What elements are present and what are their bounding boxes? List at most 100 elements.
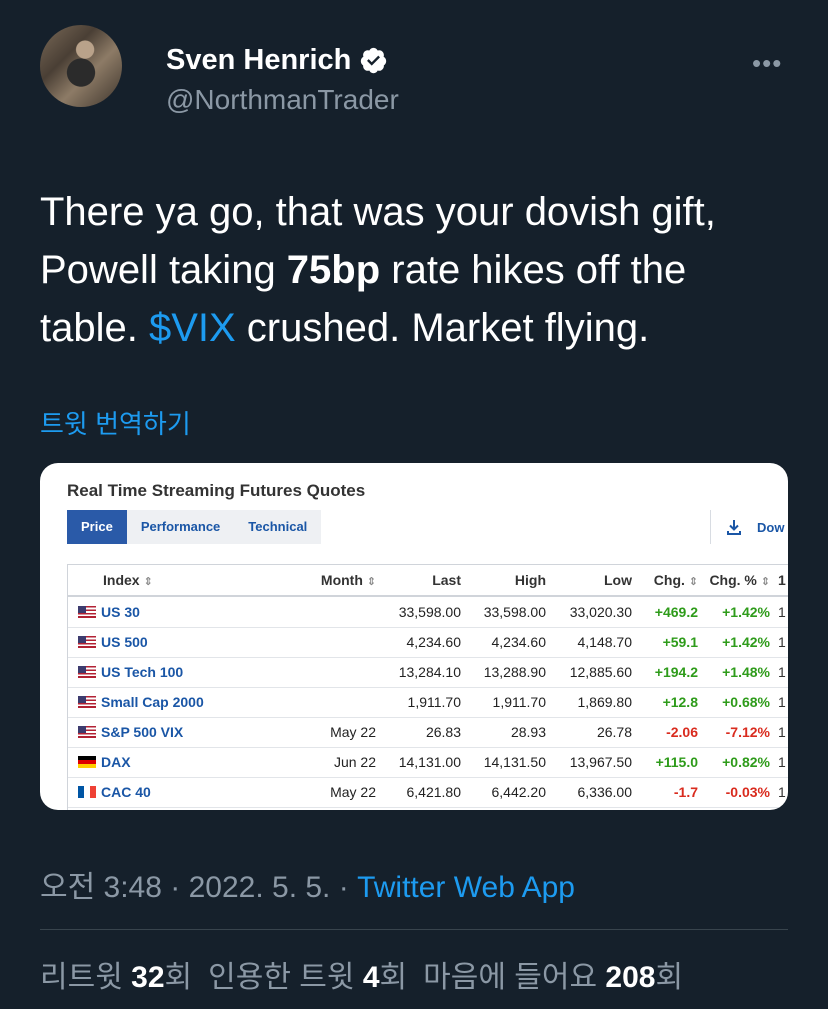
flag-us-icon bbox=[78, 726, 96, 738]
row-index[interactable]: CAC 40 bbox=[78, 777, 308, 807]
row-symbol[interactable]: CAC 40 bbox=[101, 784, 151, 800]
row-last: 33,598.00 bbox=[398, 604, 461, 620]
table-row: CAC 40 May 22 6,421.80 6,442.20 6,336.00 -1.7… bbox=[68, 777, 788, 808]
download-icon bbox=[727, 520, 741, 535]
flag-us-icon bbox=[78, 636, 96, 648]
row-last: 26.83 bbox=[425, 724, 461, 740]
row-high: 4,234.60 bbox=[491, 634, 547, 650]
more-options-icon[interactable]: ••• bbox=[752, 48, 782, 79]
flag-us-icon bbox=[78, 696, 96, 708]
row-low: 33,020.30 bbox=[569, 604, 632, 620]
row-symbol[interactable]: US Tech 100 bbox=[101, 664, 183, 680]
flag-us-icon bbox=[78, 666, 96, 678]
row-low: 6,336.00 bbox=[577, 784, 633, 800]
header-last: Last bbox=[432, 572, 461, 588]
row-low: 4,148.70 bbox=[577, 634, 633, 650]
download-area: Dow bbox=[710, 510, 784, 544]
row-extra: 1 bbox=[778, 754, 786, 770]
tweet-source-link[interactable]: Twitter Web App bbox=[357, 871, 575, 904]
row-index[interactable]: US Tech 100 bbox=[78, 657, 308, 687]
row-high: 6,442.20 bbox=[491, 784, 547, 800]
row-last: 14,131.00 bbox=[398, 754, 461, 770]
header-high: High bbox=[514, 572, 546, 588]
row-month: May 22 bbox=[330, 724, 376, 740]
translate-tweet-link[interactable]: 트윗 번역하기 bbox=[40, 404, 191, 441]
row-index[interactable]: US 500 bbox=[78, 627, 308, 657]
row-chg-pct: +1.48% bbox=[722, 664, 770, 680]
tweet-date[interactable]: 2022. 5. 5. bbox=[189, 871, 331, 904]
row-high: 13,288.90 bbox=[483, 664, 546, 680]
row-extra: 1 bbox=[778, 784, 786, 800]
author-name-row[interactable]: Sven Henrich bbox=[166, 44, 388, 77]
flag-fr-icon bbox=[78, 786, 96, 798]
divider bbox=[40, 929, 788, 930]
row-index[interactable]: DAX bbox=[78, 747, 308, 777]
table-row: US 30 33,598.00 33,598.00 33,020.30 +469.2 +1… bbox=[68, 597, 788, 628]
table-row: US 500 4,234.60 4,234.60 4,148.70 +59.1 +1.42… bbox=[68, 627, 788, 658]
flag-de-icon bbox=[78, 756, 96, 768]
row-chg-pct: +1.42% bbox=[722, 604, 770, 620]
row-low: 12,885.60 bbox=[569, 664, 632, 680]
author-name[interactable]: Sven Henrich bbox=[166, 44, 351, 77]
table-row: US Tech 100 13,284.10 13,288.90 12,885.60 +1… bbox=[68, 657, 788, 688]
row-chg: +115.0 bbox=[655, 754, 698, 770]
attached-image[interactable]: Real Time Streaming Futures Quotes Price… bbox=[40, 463, 788, 810]
tweet-line: table. $VIX crushed. Market flying. bbox=[40, 306, 650, 350]
row-symbol[interactable]: S&P 500 VIX bbox=[101, 724, 183, 740]
row-high: 1,911.70 bbox=[492, 694, 546, 710]
likes-stat[interactable]: 마음에 들어요 208회 bbox=[423, 961, 683, 994]
retweets-stat[interactable]: 리트윗 32회 bbox=[40, 961, 192, 994]
tweet-line: There ya go, that was your dovish gift, bbox=[40, 190, 716, 234]
header-extra: 1 bbox=[778, 572, 786, 588]
row-index[interactable]: Small Cap 2000 bbox=[78, 687, 308, 717]
table-row: DAX Jun 22 14,131.00 14,131.50 13,967.50 +115… bbox=[68, 747, 788, 778]
card-title: Real Time Streaming Futures Quotes bbox=[67, 481, 366, 500]
author-handle[interactable]: @NorthmanTrader bbox=[166, 84, 399, 116]
row-symbol[interactable]: DAX bbox=[101, 754, 131, 770]
row-last: 4,234.60 bbox=[406, 634, 462, 650]
row-extra: 1 bbox=[778, 604, 786, 620]
row-month: May 22 bbox=[330, 784, 376, 800]
row-month: Jun 22 bbox=[333, 754, 376, 770]
header-month: Month ⇕ bbox=[320, 572, 376, 588]
row-chg: +12.8 bbox=[662, 694, 698, 710]
row-chg-pct: +1.42% bbox=[722, 634, 770, 650]
tweet-stats: 리트윗 32회 인용한 트윗 4회 마음에 들어요 208회 bbox=[40, 952, 683, 996]
row-symbol[interactable]: Small Cap 2000 bbox=[101, 694, 204, 710]
row-low: 26.78 bbox=[596, 724, 632, 740]
row-chg: +469.2 bbox=[654, 604, 698, 620]
row-chg-pct: +0.68% bbox=[722, 694, 770, 710]
table-row: Small Cap 2000 1,911.70 1,911.70 1,869.80 +1… bbox=[68, 687, 788, 718]
row-chg-pct: -0.03% bbox=[725, 784, 770, 800]
row-extra: 1 bbox=[778, 634, 786, 650]
table-header: Index ⇕ Month ⇕ Last High Low Chg. ⇕ Chg… bbox=[68, 565, 788, 597]
row-chg: +59.1 bbox=[662, 634, 698, 650]
tweet-time[interactable]: 오전 3:48 bbox=[40, 871, 162, 904]
tweet-meta: 오전 3:48 · 2022. 5. 5. · Twitter Web App bbox=[40, 871, 575, 904]
row-index[interactable]: US 30 bbox=[78, 597, 308, 627]
avatar[interactable] bbox=[40, 25, 122, 107]
header-index: Index ⇕ bbox=[103, 572, 153, 588]
row-symbol[interactable]: US 30 bbox=[101, 604, 140, 620]
row-symbol[interactable]: US 500 bbox=[101, 634, 148, 650]
tweet-bold-text: 75bp bbox=[286, 248, 381, 292]
row-chg: -2.06 bbox=[666, 724, 698, 740]
row-extra: 1 bbox=[778, 694, 786, 710]
row-high: 33,598.00 bbox=[483, 604, 546, 620]
row-low: 1,869.80 bbox=[577, 694, 633, 710]
row-chg: +194.2 bbox=[654, 664, 698, 680]
row-high: 14,131.50 bbox=[483, 754, 546, 770]
row-last: 13,284.10 bbox=[398, 664, 461, 680]
row-index[interactable]: S&P 500 VIX bbox=[78, 717, 308, 747]
row-chg: -1.7 bbox=[673, 784, 698, 800]
verified-badge-icon bbox=[361, 47, 387, 74]
header-chg: Chg. ⇕ bbox=[653, 572, 698, 588]
header-chg-pct: Chg. % ⇕ bbox=[709, 572, 770, 588]
row-extra: 1 bbox=[778, 664, 786, 680]
cashtag-link[interactable]: $VIX bbox=[149, 306, 236, 350]
tweet-text: There ya go, that was your dovish gift, … bbox=[40, 183, 800, 357]
row-chg-pct: -7.12% bbox=[725, 724, 770, 740]
row-high: 28.93 bbox=[510, 724, 546, 740]
table-row: S&P 500 VIX May 22 26.83 28.93 26.78 -2.06 -7.… bbox=[68, 717, 788, 748]
quotes-stat[interactable]: 인용한 트윗 4회 bbox=[208, 961, 407, 994]
